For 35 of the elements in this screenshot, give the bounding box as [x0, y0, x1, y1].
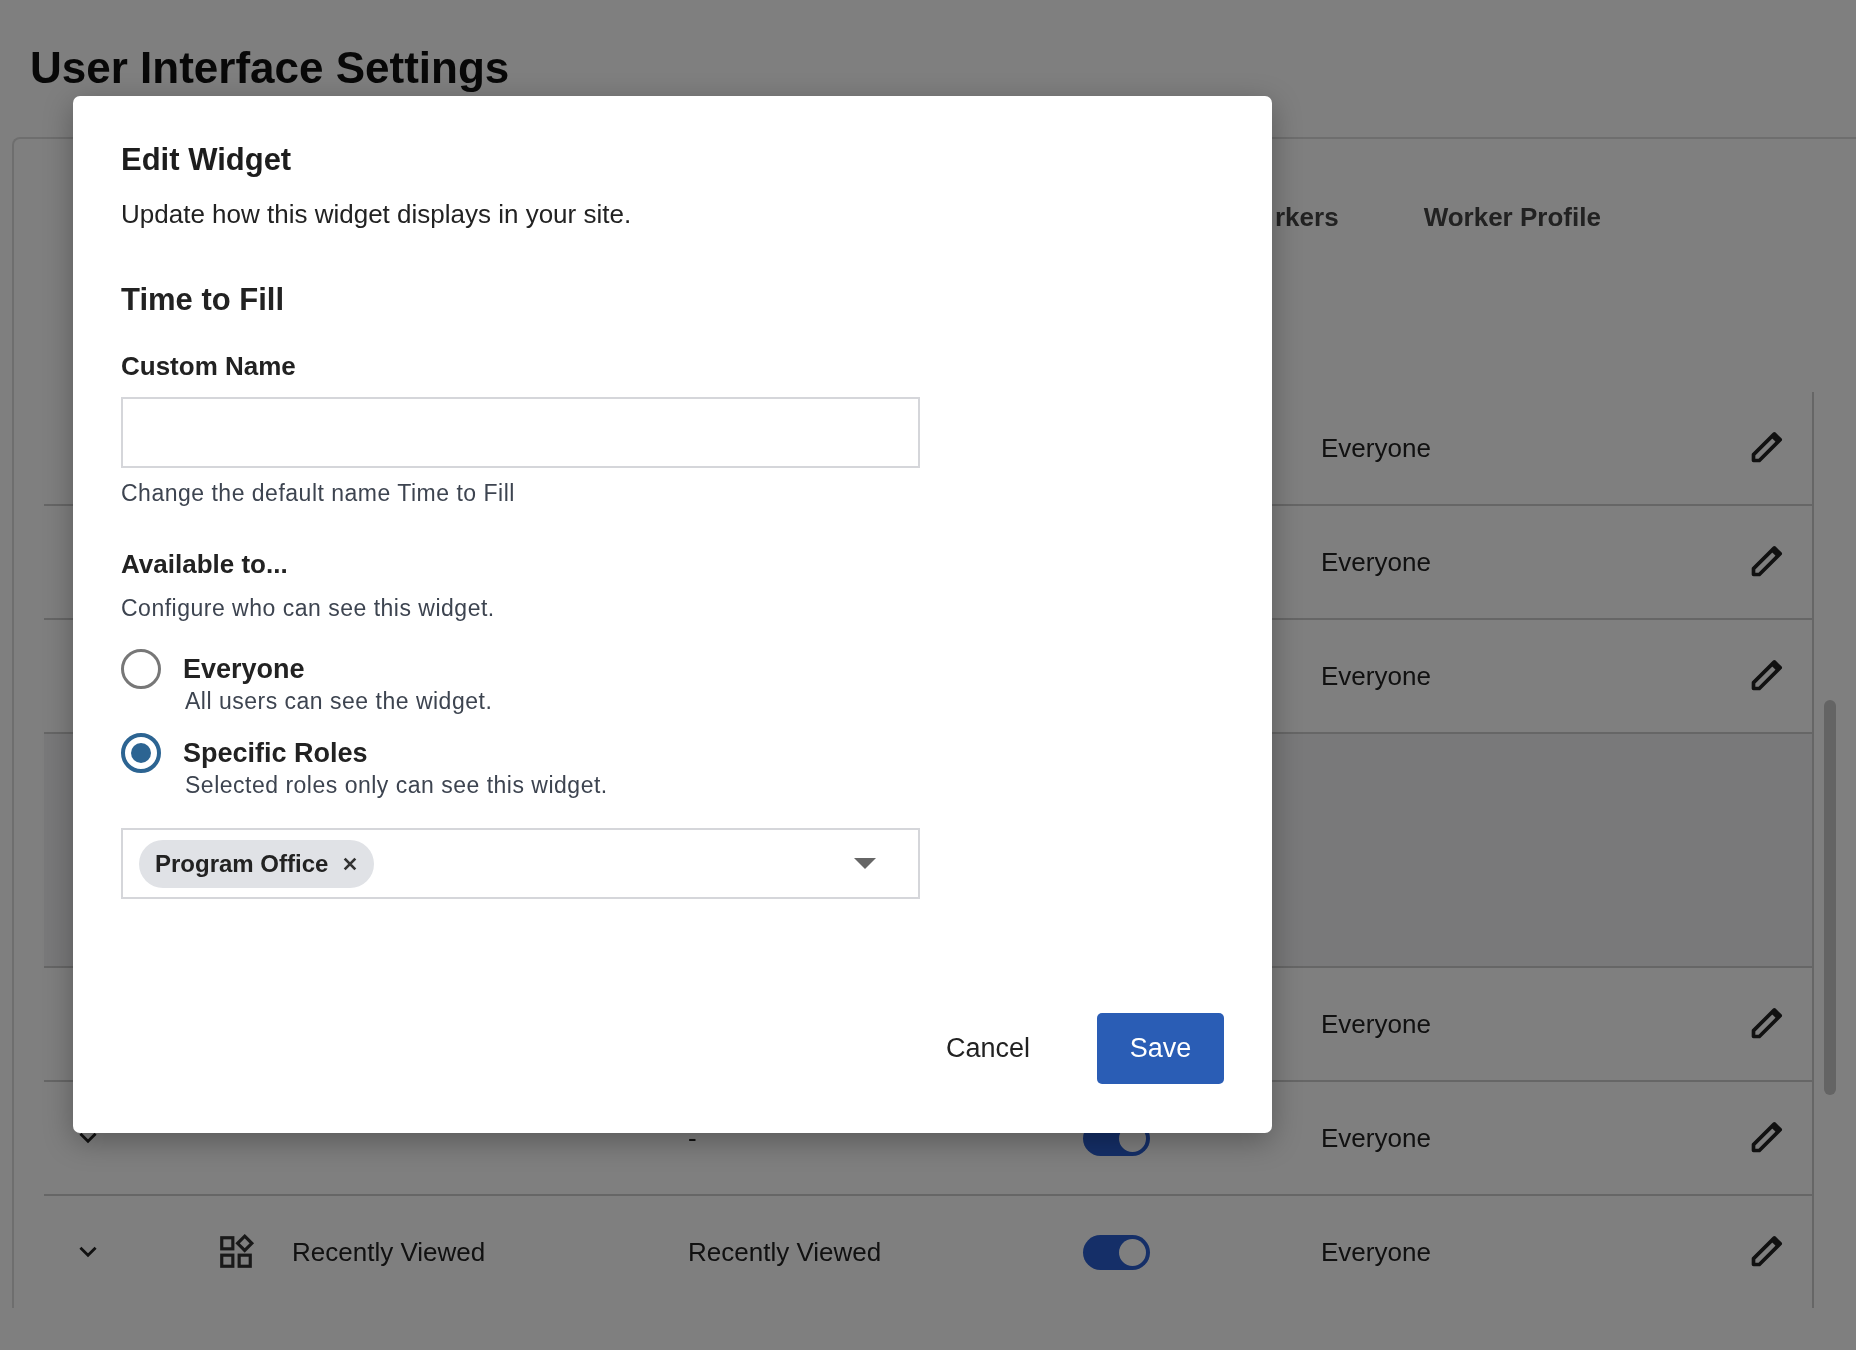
save-button[interactable]: Save [1097, 1013, 1224, 1084]
tab[interactable]: Worker Profile [1423, 201, 1601, 233]
chip-label: Program Office [155, 849, 329, 878]
availability-text: Everyone [1321, 1122, 1431, 1154]
radio-button[interactable] [121, 733, 161, 773]
custom-name: - [688, 1122, 697, 1154]
widget-name-heading: Time to Fill [121, 282, 286, 318]
availability-text: Everyone [1321, 1236, 1431, 1268]
radio-description: Selected roles only can see this widget. [184, 771, 609, 799]
availability-text: Everyone [1321, 660, 1431, 692]
availability-text: Everyone [1321, 546, 1431, 578]
roles-select[interactable]: Program Office [121, 828, 920, 899]
section-hint: Configure who can see this widget. [121, 594, 496, 622]
dialog-subtitle: Update how this widget displays in your site. [121, 198, 633, 231]
page-title: User Interface Settings [30, 42, 511, 94]
availability-text: Everyone [1321, 1008, 1431, 1040]
availability-text: Everyone [1321, 432, 1431, 464]
radio-button[interactable] [121, 649, 161, 689]
custom-name-field[interactable] [121, 397, 920, 468]
widget-name: Recently Viewed [292, 1236, 486, 1268]
scrollbar[interactable] [1824, 700, 1836, 1095]
radio-label: Everyone [183, 653, 306, 686]
cancel-button[interactable]: Cancel [925, 1013, 1050, 1084]
radio-label: Specific Roles [183, 737, 369, 770]
field-label: Custom Name [121, 350, 297, 382]
tab[interactable]: rkers [1275, 201, 1339, 233]
section-label: Available to... [121, 548, 289, 580]
toggle-switch[interactable] [1083, 1234, 1150, 1270]
remove-icon[interactable] [342, 855, 359, 872]
radio-description: All users can see the widget. [184, 687, 494, 715]
field-help: Change the default name Time to Fill [121, 479, 516, 507]
widgets-icon [217, 1233, 255, 1271]
custom-name: Recently Viewed [688, 1236, 882, 1268]
dropdown-caret-icon[interactable] [854, 858, 876, 869]
dialog-title: Edit Widget [121, 143, 293, 177]
